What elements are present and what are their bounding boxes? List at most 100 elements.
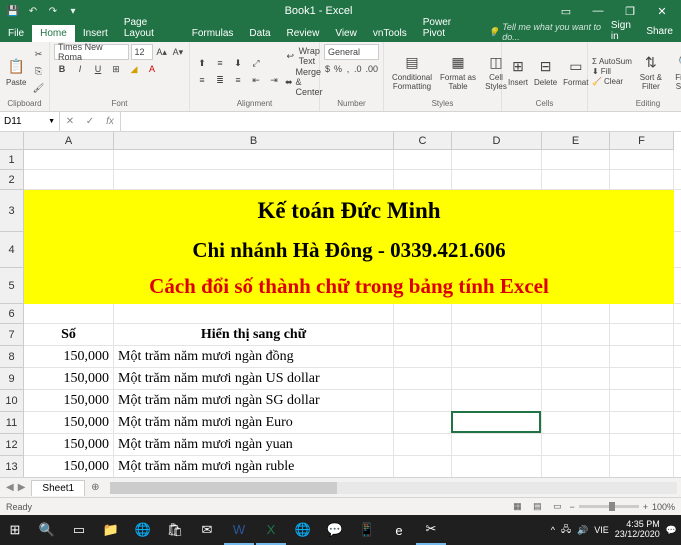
- scroll-thumb[interactable]: [110, 482, 337, 494]
- qat-more-icon[interactable]: ▾: [66, 4, 80, 18]
- cell[interactable]: Một trăm năm mươi ngàn US dollar: [114, 368, 394, 390]
- view-layout-icon[interactable]: ▤: [529, 499, 545, 515]
- increase-font-icon[interactable]: A▴: [155, 44, 169, 60]
- tab-home[interactable]: Home: [32, 25, 75, 42]
- conditional-formatting-button[interactable]: ▤Conditional Formatting: [388, 50, 436, 93]
- cell[interactable]: [610, 456, 674, 477]
- fill-color-icon[interactable]: ◢: [126, 61, 142, 77]
- column-header[interactable]: B: [114, 132, 394, 150]
- column-header[interactable]: C: [394, 132, 452, 150]
- cell[interactable]: Một trăm năm mươi ngàn SG dollar: [114, 390, 394, 412]
- cell[interactable]: [542, 390, 610, 412]
- cancel-formula-icon[interactable]: ✕: [60, 116, 80, 127]
- align-middle-icon[interactable]: ≡: [212, 55, 228, 71]
- word-icon[interactable]: W: [224, 515, 254, 545]
- cell[interactable]: Một trăm năm mươi ngàn yuan: [114, 434, 394, 456]
- cell[interactable]: [24, 170, 114, 190]
- add-sheet-button[interactable]: ⊕: [85, 482, 105, 493]
- cell[interactable]: [114, 170, 394, 190]
- tab-file[interactable]: File: [0, 25, 32, 42]
- sheet-nav-prev-icon[interactable]: ◀: [6, 482, 14, 493]
- cell[interactable]: [452, 390, 542, 412]
- save-icon[interactable]: 💾: [6, 4, 20, 18]
- cell[interactable]: [610, 346, 674, 368]
- row-header[interactable]: 7: [0, 324, 24, 346]
- phone-icon[interactable]: 📱: [352, 515, 382, 545]
- name-box[interactable]: D11▼: [0, 112, 60, 131]
- decrease-indent-icon[interactable]: ⇤: [248, 72, 264, 88]
- cell[interactable]: 150,000: [24, 456, 114, 477]
- chrome-icon[interactable]: 🌐: [288, 515, 318, 545]
- row-header[interactable]: 6: [0, 304, 24, 324]
- cell[interactable]: [542, 368, 610, 390]
- zalo-icon[interactable]: 💬: [320, 515, 350, 545]
- cell[interactable]: [610, 324, 674, 346]
- cell[interactable]: [394, 304, 452, 324]
- select-all-corner[interactable]: [0, 132, 24, 150]
- cell[interactable]: [542, 456, 610, 477]
- cell[interactable]: 150,000: [24, 390, 114, 412]
- minimize-button[interactable]: —: [583, 0, 613, 22]
- cell[interactable]: [394, 368, 452, 390]
- file-explorer-icon[interactable]: 📁: [96, 515, 126, 545]
- tell-me-search[interactable]: 💡 Tell me what you want to do...: [488, 22, 611, 42]
- cell[interactable]: [452, 412, 542, 434]
- cell[interactable]: [542, 434, 610, 456]
- format-painter-icon[interactable]: 🖌: [30, 81, 46, 97]
- comma-icon[interactable]: ,: [345, 61, 351, 77]
- row-header[interactable]: 9: [0, 368, 24, 390]
- tab-review[interactable]: Review: [279, 25, 328, 42]
- cell[interactable]: Số: [24, 324, 114, 346]
- column-header[interactable]: D: [452, 132, 542, 150]
- tab-insert[interactable]: Insert: [75, 25, 116, 42]
- sheet-tab[interactable]: Sheet1: [31, 480, 85, 496]
- tab-power-pivot[interactable]: Power Pivot: [415, 14, 480, 42]
- format-cells-button[interactable]: ▭Format: [561, 55, 590, 89]
- align-center-icon[interactable]: ≣: [212, 72, 228, 88]
- cell[interactable]: Hiển thị sang chữ: [114, 324, 394, 346]
- cell[interactable]: [114, 304, 394, 324]
- cell[interactable]: [394, 412, 452, 434]
- redo-icon[interactable]: ↷: [46, 4, 60, 18]
- decrease-decimal-icon[interactable]: .00: [364, 61, 379, 77]
- align-bottom-icon[interactable]: ⬇: [230, 55, 246, 71]
- font-color-icon[interactable]: A: [144, 61, 160, 77]
- start-button[interactable]: ⊞: [0, 515, 30, 545]
- cell[interactable]: [394, 346, 452, 368]
- paste-button[interactable]: 📋 Paste: [4, 55, 28, 89]
- row-header[interactable]: 2: [0, 170, 24, 190]
- row-header[interactable]: 13: [0, 456, 24, 477]
- cell[interactable]: [610, 434, 674, 456]
- cell[interactable]: 150,000: [24, 434, 114, 456]
- sort-filter-button[interactable]: ⇅Sort & Filter: [634, 50, 668, 93]
- cut-icon[interactable]: ✂: [30, 47, 46, 63]
- tab-view[interactable]: View: [327, 25, 365, 42]
- cell[interactable]: [452, 150, 542, 170]
- excel-icon[interactable]: X: [256, 515, 286, 545]
- cell[interactable]: [542, 170, 610, 190]
- cell[interactable]: [394, 434, 452, 456]
- decrease-font-icon[interactable]: A▾: [171, 44, 185, 60]
- ribbon-options-icon[interactable]: ▭: [551, 0, 581, 22]
- delete-cells-button[interactable]: ⊟Delete: [532, 55, 559, 89]
- column-header[interactable]: F: [610, 132, 674, 150]
- undo-icon[interactable]: ↶: [26, 4, 40, 18]
- edge2-icon[interactable]: e: [384, 515, 414, 545]
- zoom-slider[interactable]: [579, 505, 639, 508]
- find-select-button[interactable]: 🔍Find & Select: [670, 50, 681, 93]
- view-pagebreak-icon[interactable]: ▭: [549, 499, 565, 515]
- insert-cells-button[interactable]: ⊞Insert: [506, 55, 530, 89]
- tab-vntools[interactable]: vnTools: [365, 25, 415, 42]
- align-top-icon[interactable]: ⬆: [194, 55, 210, 71]
- language-indicator[interactable]: VIE: [594, 525, 609, 535]
- cell[interactable]: [452, 324, 542, 346]
- column-header[interactable]: E: [542, 132, 610, 150]
- sheet-nav-next-icon[interactable]: ▶: [18, 482, 26, 493]
- edge-icon[interactable]: 🌐: [128, 515, 158, 545]
- cell[interactable]: [394, 456, 452, 477]
- increase-indent-icon[interactable]: ⇥: [266, 72, 282, 88]
- fx-icon[interactable]: fx: [100, 116, 120, 127]
- tab-page-layout[interactable]: Page Layout: [116, 14, 184, 42]
- row-header[interactable]: 1: [0, 150, 24, 170]
- percent-icon[interactable]: %: [333, 61, 343, 77]
